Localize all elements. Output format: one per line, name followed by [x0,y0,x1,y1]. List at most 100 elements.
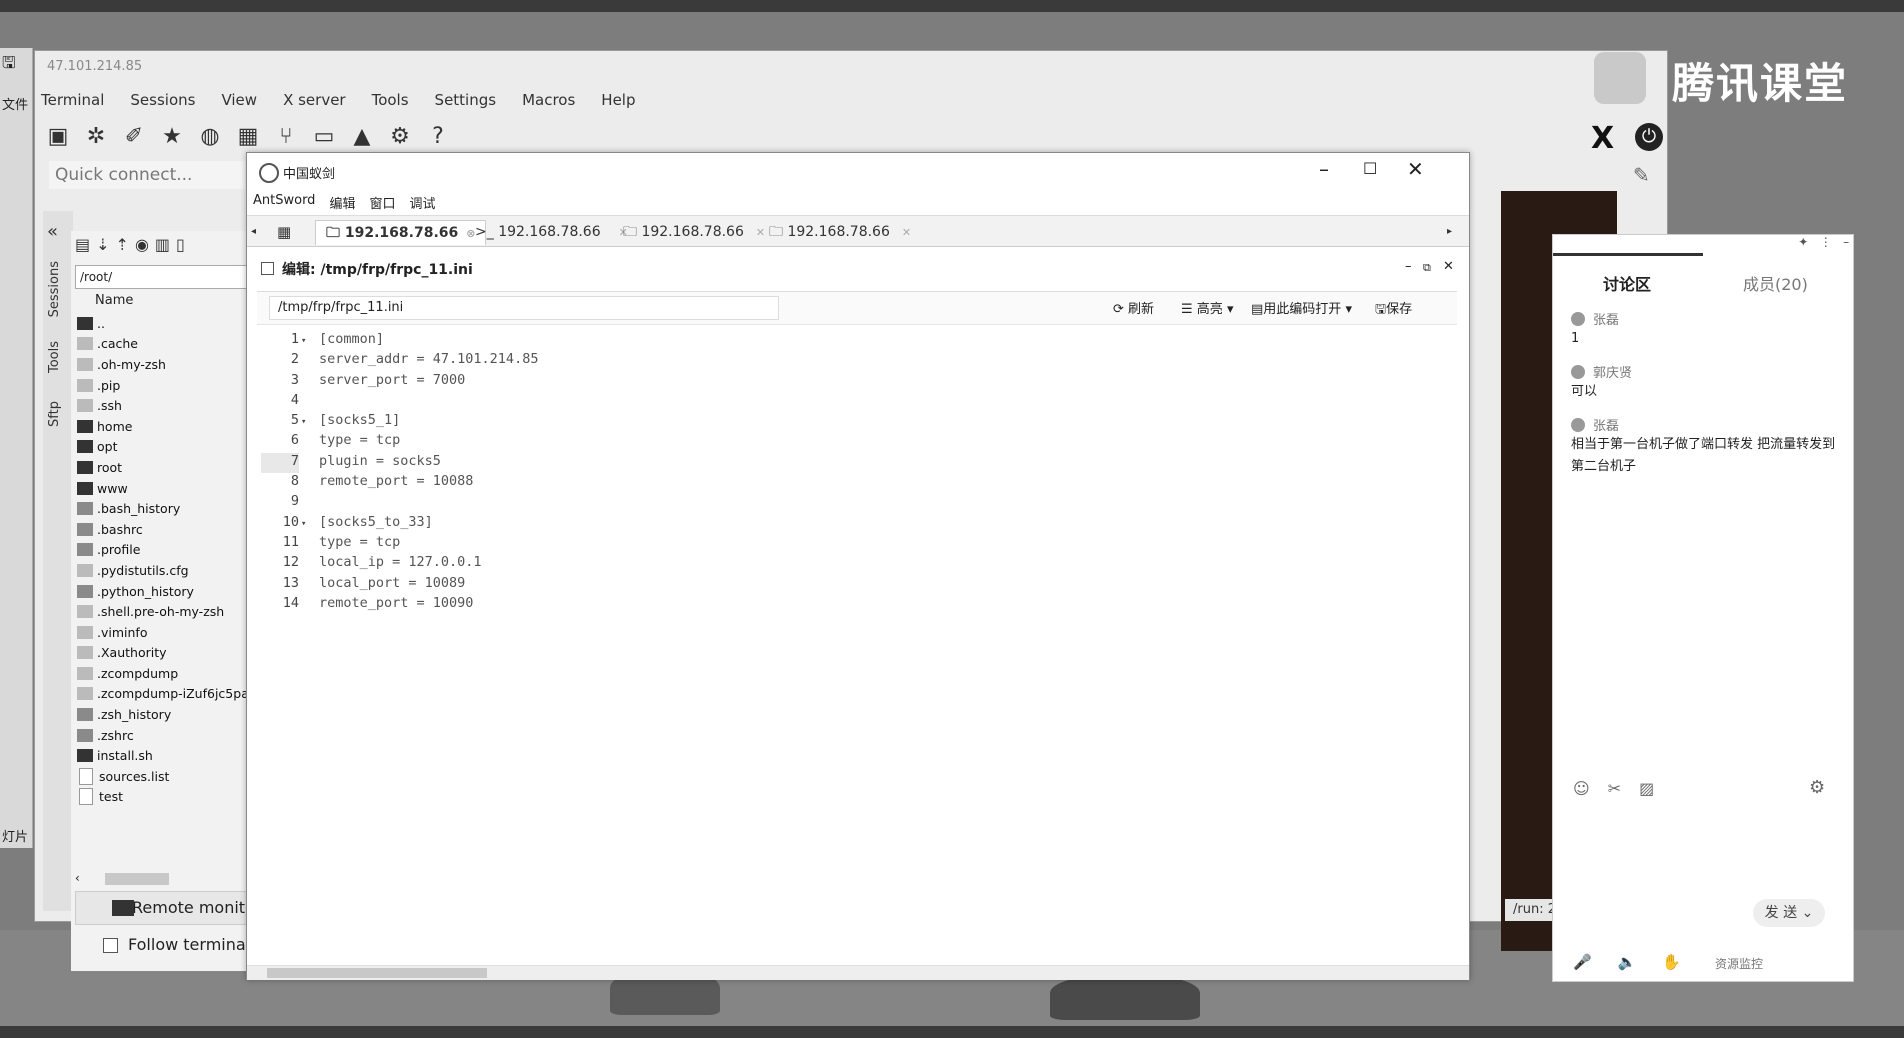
help-icon[interactable]: ? [423,121,453,151]
new-file-icon[interactable]: ▯ [176,235,185,261]
quick-connect-input[interactable]: Quick connect... [49,161,245,189]
editor-path-input[interactable]: /tmp/frp/frpc_11.ini [269,296,779,320]
fold-toggle-icon[interactable]: ▾ [299,514,313,534]
panel-close-icon[interactable]: ✕ [1443,259,1454,274]
editor-hscrollbar[interactable] [247,965,1469,980]
tab-tools[interactable]: Tools [47,341,62,373]
tab-close-icon[interactable]: ✕ [902,226,911,239]
code-line[interactable]: 14 remote_port = 10090 [261,595,1441,615]
menu-tools[interactable]: Tools [372,91,409,113]
tab-sessions[interactable]: Sessions [47,261,62,317]
code-line[interactable]: 11 type = tcp [261,534,1441,554]
sftp-hscrollbar[interactable]: ‹ [75,871,275,885]
code-line[interactable]: 7 plugin = socks5 [261,452,1441,474]
tunneling-icon[interactable]: ▭ [309,121,339,151]
tab-members[interactable]: 成员(20) [1743,271,1808,295]
highlight-dropdown[interactable]: ☰ 高亮 ▾ [1181,298,1233,317]
hand-icon[interactable]: ✋ [1662,953,1681,971]
menu-settings[interactable]: Settings [435,91,497,113]
save-button[interactable]: 🖫保存 [1375,298,1412,322]
menu-help[interactable]: Help [601,91,635,113]
attach-icon[interactable]: ✎ [1633,163,1650,187]
fold-toggle-icon[interactable]: ▾ [299,331,313,351]
scroll-thumb[interactable] [105,873,169,885]
minimize-icon[interactable]: – [1319,157,1329,181]
xserver-icon[interactable]: X [1591,121,1614,156]
code-line[interactable]: 4 [261,392,1441,412]
menu-window[interactable]: 窗口 [369,193,395,212]
tab-close-icon[interactable]: ✕ [756,226,765,239]
tools-icon[interactable]: ✐ [119,121,149,151]
sender-name: 郭庆贤 [1593,366,1633,381]
pin-icon[interactable]: ✦ [1798,235,1808,249]
split-icon[interactable]: ▦ [233,121,263,151]
fold-toggle-icon[interactable]: ▾ [299,412,313,432]
menu-sessions[interactable]: Sessions [130,91,195,113]
servers-icon[interactable]: ✲ [81,121,111,151]
home-grid-icon[interactable]: ▦ [277,220,291,244]
tab-scroll-right-icon[interactable]: ▸ [1447,220,1452,244]
tab-folder-3[interactable]: 🗀 192.168.78.66 ✕ [769,220,911,244]
tab-folder-2[interactable]: 🗀 192.168.78.66 ✕ [623,220,765,244]
menu-terminal[interactable]: Terminal [41,91,104,113]
scroll-left-icon[interactable]: ‹ [75,871,80,885]
power-icon[interactable]: ⏻ [1635,123,1663,151]
settings-icon[interactable]: ⚙ [385,121,415,151]
emoji-icon[interactable]: ☺ [1573,779,1590,798]
maximize-icon[interactable]: ☐ [1363,159,1377,178]
refresh-icon[interactable]: ◉ [135,235,149,261]
menu-edit[interactable]: 编辑 [329,193,355,212]
tab-terminal[interactable]: >_ 192.168.78.66 ✕ [475,220,628,244]
panel-minimize-icon[interactable]: – [1405,259,1412,274]
code-line[interactable]: 6 type = tcp [261,432,1441,452]
code-line[interactable]: 10 ▾ [socks5_to_33] [261,514,1441,534]
close-icon[interactable]: ✕ [1407,157,1424,181]
speaker-icon[interactable]: 🔈 [1618,953,1637,971]
tab-sftp[interactable]: Sftp [47,401,62,427]
resource-monitor-label[interactable]: 资源监控 [1715,955,1763,972]
code-line[interactable]: 2 server_addr = 47.101.214.85 [261,351,1441,371]
microphone-icon[interactable]: 🎤 [1573,953,1592,971]
menu-xserver[interactable]: X server [283,91,346,113]
tab-discussion[interactable]: 讨论区 [1603,271,1651,295]
code-editor[interactable]: 1 ▾ [common] 2 server_addr = 47.101.214.85 3 s… [261,331,1441,615]
menu-antsword[interactable]: AntSword [253,193,315,212]
new-folder-icon[interactable]: ▥ [155,235,170,261]
menu-macros[interactable]: Macros [522,91,575,113]
favorites-icon[interactable]: ★ [157,121,187,151]
tab-scroll-left-icon[interactable]: ◂ [251,220,256,244]
user-icon[interactable]: ◍ [195,121,225,151]
packages-icon[interactable]: ▲ [347,121,377,151]
upload-icon[interactable]: ⇡ [116,235,129,261]
session-icon[interactable]: ▣ [43,121,73,151]
settings-icon[interactable]: ⚙ [1809,777,1825,798]
code-line[interactable]: 13 local_port = 10089 [261,575,1441,595]
more-icon[interactable]: ⋮ [1820,235,1832,249]
tab-file-manager[interactable]: 🗀 192.168.78.66 ⊗ [315,220,487,245]
minimize-icon[interactable]: – [1843,235,1849,249]
code-line[interactable]: 9 [261,493,1441,513]
code-line[interactable]: 12 local_ip = 127.0.0.1 [261,554,1441,574]
menu-debug[interactable]: 调试 [409,193,435,212]
scissors-icon[interactable]: ✂ [1608,779,1621,798]
image-icon[interactable]: ▨ [1639,779,1654,798]
menu-view[interactable]: View [221,91,257,113]
multiexec-icon[interactable]: ⑂ [271,121,301,151]
open-with-encoding-dropdown[interactable]: ▤用此编码打开 ▾ [1251,298,1352,317]
checkbox-icon[interactable] [103,938,118,953]
column-name-header[interactable]: Name [95,293,133,308]
refresh-button[interactable]: ⟳ 刷新 [1113,298,1154,317]
code-line[interactable]: 5 ▾ [socks5_1] [261,412,1441,432]
outer-label-slide[interactable]: 灯片 [2,826,28,845]
code-line[interactable]: 8 remote_port = 10088 [261,473,1441,493]
download-icon[interactable]: ⇣ [96,235,109,261]
code-line[interactable]: 3 server_port = 7000 [261,372,1441,392]
code-line[interactable]: 1 ▾ [common] [261,331,1441,351]
send-button[interactable]: 发 送 ⌄ [1753,899,1825,927]
folder-up-icon[interactable]: ▤ [75,235,90,261]
save-icon[interactable]: 🖫 [2,52,16,79]
scroll-thumb[interactable] [267,968,487,978]
outer-label-file[interactable]: 文件 [2,94,28,113]
collapse-icon[interactable]: « [47,221,58,242]
panel-restore-icon[interactable]: ⧉ [1423,261,1431,275]
